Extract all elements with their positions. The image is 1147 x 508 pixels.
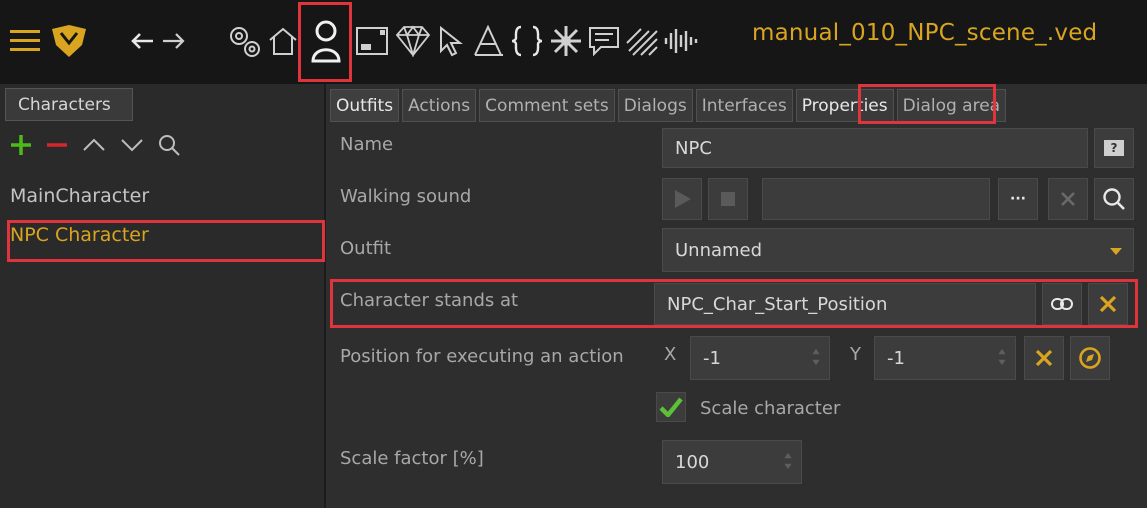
tab-actions[interactable]: Actions [402, 89, 477, 122]
stop-button[interactable] [708, 178, 748, 220]
scale-factor-stepper[interactable]: 100 [662, 440, 802, 484]
scale-character-checkbox[interactable] [656, 392, 686, 422]
pick-position-button[interactable] [1070, 336, 1110, 380]
x-label: X [664, 344, 677, 365]
diamond-icon[interactable] [394, 13, 432, 69]
search-sound-button[interactable] [1094, 178, 1134, 220]
font-icon[interactable] [470, 13, 506, 69]
toolbar: manual_010_NPC_scene_.ved [0, 0, 1147, 84]
position-y-value: -1 [887, 347, 905, 369]
forward-icon[interactable] [160, 13, 188, 69]
scale-factor-label: Scale factor [%] [340, 448, 484, 469]
close-icon [1061, 192, 1075, 206]
stands-at-highlight [330, 279, 1138, 328]
list-item[interactable]: MainCharacter [10, 185, 149, 207]
menu-icon[interactable] [8, 13, 42, 69]
help-button[interactable]: ? [1094, 128, 1134, 168]
characters-panel: Characters MainCharacter NPC Character [0, 84, 326, 508]
npc-character-highlight [7, 220, 325, 262]
search-icon [1103, 188, 1125, 210]
position-label: Position for executing an action [340, 346, 624, 367]
spinner-arrows-icon[interactable] [811, 347, 821, 367]
browse-sound-button[interactable]: ··· [998, 178, 1038, 220]
add-icon[interactable] [10, 134, 32, 160]
back-icon[interactable] [128, 13, 156, 69]
audio-icon[interactable] [662, 13, 700, 69]
tab-characters[interactable]: Characters [5, 88, 133, 121]
compass-icon [1079, 347, 1101, 369]
outfit-select[interactable]: Unnamed [662, 228, 1134, 272]
character-editor: Outfits Actions Comment sets Dialogs Int… [328, 84, 1147, 508]
position-y-stepper[interactable]: -1 [874, 336, 1016, 380]
spinner-arrows-icon[interactable] [783, 451, 793, 471]
walking-sound-field[interactable] [762, 178, 990, 220]
scale-character-label: Scale character [700, 398, 841, 419]
help-icon: ? [1104, 140, 1124, 156]
play-button[interactable] [662, 178, 702, 220]
dialog-icon[interactable] [586, 13, 622, 69]
chevron-down-icon [1110, 248, 1122, 255]
interface-icon[interactable] [354, 13, 390, 69]
editor-tabs: Outfits Actions Comment sets Dialogs Int… [328, 84, 1147, 122]
character-icon-highlight [298, 2, 352, 82]
walking-sound-label: Walking sound [340, 186, 472, 207]
search-icon[interactable] [158, 134, 180, 160]
close-icon [1035, 349, 1053, 367]
shader-icon[interactable] [624, 13, 660, 69]
clear-position-button[interactable] [1024, 336, 1064, 380]
braces-icon[interactable] [508, 13, 546, 69]
logo-icon[interactable] [48, 13, 90, 69]
play-icon [675, 190, 691, 208]
y-label: Y [850, 344, 861, 365]
remove-icon[interactable] [46, 134, 68, 160]
position-x-stepper[interactable]: -1 [690, 336, 830, 380]
move-up-icon[interactable] [82, 134, 106, 160]
scene-filename: manual_010_NPC_scene_.ved [752, 20, 1098, 46]
name-label: Name [340, 134, 394, 155]
particles-icon[interactable] [548, 13, 584, 69]
character-list-toolbar [10, 128, 180, 166]
settings-icon[interactable] [224, 13, 264, 69]
tab-interfaces[interactable]: Interfaces [695, 89, 793, 122]
tab-dialogs[interactable]: Dialogs [617, 89, 693, 122]
tab-comment-sets[interactable]: Comment sets [479, 89, 615, 122]
clear-sound-button[interactable] [1048, 178, 1088, 220]
name-field[interactable]: NPC [662, 128, 1088, 168]
spinner-arrows-icon[interactable] [997, 347, 1007, 367]
outfit-select-value: Unnamed [675, 239, 763, 261]
move-down-icon[interactable] [120, 134, 144, 160]
outfit-label: Outfit [340, 238, 392, 259]
scale-factor-value: 100 [675, 451, 710, 473]
cursor-icon[interactable] [434, 13, 468, 69]
position-x-value: -1 [703, 347, 721, 369]
properties-tab-highlight [858, 84, 996, 124]
home-icon[interactable] [266, 13, 300, 69]
checkmark-icon [659, 397, 683, 417]
stop-icon [721, 192, 735, 206]
tab-outfits[interactable]: Outfits [330, 89, 400, 122]
